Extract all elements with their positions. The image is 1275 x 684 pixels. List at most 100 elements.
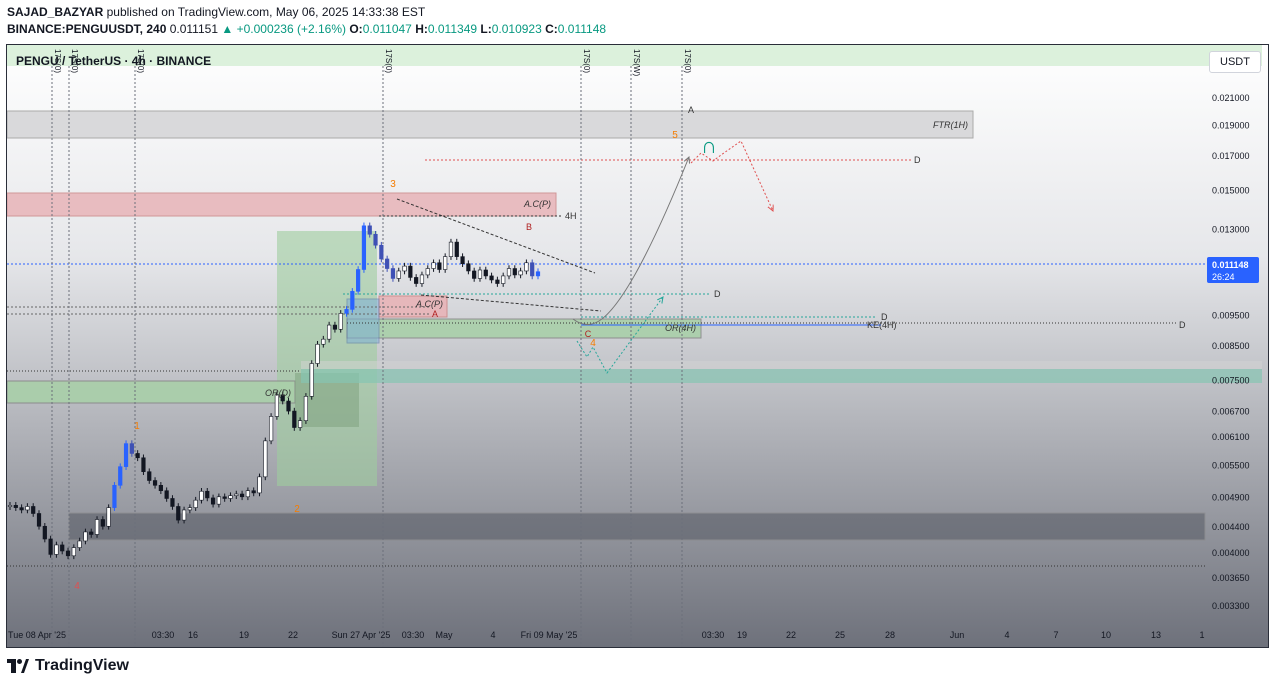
candle-body-38 [228, 495, 233, 499]
candle-body-51 [303, 396, 309, 421]
candle-body-46 [274, 394, 280, 417]
price-tick-4: 0.013000 [1212, 225, 1250, 235]
candle-body-74 [437, 262, 442, 270]
price-tick-3: 0.015000 [1212, 185, 1250, 195]
currency-button[interactable]: USDT [1209, 51, 1261, 73]
price-change: +0.000236 (+2.16%) [236, 22, 346, 36]
candle-body-73 [431, 262, 436, 269]
candle-body-29 [176, 506, 181, 521]
candle-body-16 [100, 519, 105, 527]
time-tick-3: 19 [239, 630, 249, 640]
candle-body-63 [373, 233, 378, 246]
current-price-label: 0.011148 26:24 [1207, 257, 1259, 283]
candle-body-28 [170, 498, 175, 507]
ac-p-upper-zone [7, 192, 557, 217]
close-value: 0.011148 [557, 22, 607, 36]
4h-level-label: 4H [565, 211, 577, 221]
low-value: 0.010923 [491, 22, 542, 36]
candle-body-42 [251, 490, 256, 494]
candle-body-20 [123, 443, 129, 467]
wave-label-4-low: 4 [74, 581, 80, 592]
candle-body-1 [13, 505, 18, 508]
candle-body-68 [402, 265, 407, 272]
price-tick-9: 0.006700 [1212, 406, 1250, 416]
price-tick-1: 0.019000 [1212, 120, 1250, 130]
symbol-name: BINANCE:PENGUUSDT, 240 [7, 22, 167, 36]
wave-label-4: 4 [590, 338, 596, 349]
candle-body-41 [245, 490, 250, 498]
letter-b: B [526, 222, 532, 232]
candle-body-58 [344, 309, 349, 314]
candle-body-8 [54, 544, 59, 555]
time-tick-13: 25 [835, 630, 845, 640]
current-price-countdown: 26:24 [1212, 272, 1235, 282]
candle-body-40 [239, 493, 245, 498]
candle-body-24 [147, 471, 152, 481]
author-name[interactable]: SAJAD_BAZYAR [7, 5, 103, 19]
or-4h-zone [346, 318, 702, 339]
candle-body-77 [454, 241, 459, 257]
tradingview-logo-icon [7, 659, 29, 673]
candle-body-5 [36, 513, 42, 527]
candle-body-85 [501, 275, 506, 284]
price-tick-8: 0.007500 [1212, 376, 1250, 386]
high-value: 0.011349 [427, 22, 478, 36]
price-tick-10: 0.006100 [1212, 432, 1250, 442]
candle-body-33 [199, 490, 204, 501]
dark-gray-zone [68, 512, 1206, 541]
candle-body-37 [222, 496, 227, 499]
candle-body-65 [385, 258, 390, 269]
candle-body-91 [535, 271, 541, 277]
candle-body-25 [152, 480, 158, 486]
candle-body-66 [390, 268, 396, 279]
d-level-label-1: D [914, 155, 921, 165]
vlabel-4: 17S(0) [582, 49, 591, 73]
candle-body-48 [286, 400, 291, 412]
candle-body-45 [268, 416, 274, 442]
candle-body-44 [263, 440, 268, 478]
candle-body-49 [292, 410, 297, 428]
candle-body-10 [65, 550, 71, 557]
candle-body-54 [321, 338, 326, 345]
teal-band [301, 369, 1262, 383]
wave-label-1: 1 [134, 421, 140, 432]
candle-body-83 [489, 275, 494, 281]
candle-body-64 [379, 244, 384, 260]
tradingview-brand[interactable]: TradingView [35, 657, 129, 675]
vlabel-5: 17S(W) [632, 49, 641, 76]
candle-body-84 [495, 279, 500, 284]
candle-body-61 [361, 225, 367, 270]
chart-frame[interactable]: ∩ FTR(1H) A.C(P) A.C(P) OR(4H) OR(D) KE(… [6, 44, 1269, 648]
chart-canvas[interactable]: ∩ FTR(1H) A.C(P) A.C(P) OR(4H) OR(D) KE(… [7, 45, 1268, 647]
candle-body-67 [396, 270, 401, 279]
open-value: 0.011047 [362, 22, 412, 36]
candle-body-72 [425, 268, 430, 276]
candle-body-88 [518, 270, 523, 276]
price-tick-16: 0.003300 [1212, 601, 1250, 611]
candle-body-53 [315, 343, 320, 364]
candle-body-0 [7, 505, 13, 507]
candle-body-4 [31, 506, 36, 514]
candle-body-62 [367, 225, 372, 235]
d-level-label-2: D [714, 289, 721, 299]
or-4h-label: OR(4H) [665, 323, 696, 333]
candle-body-43 [257, 476, 262, 494]
ohlc-line: BINANCE:PENGUUSDT, 240 0.011151 ▲ +0.000… [7, 22, 606, 36]
d-level-label-3: D [881, 312, 888, 322]
candle-body-31 [187, 507, 192, 511]
candle-body-32 [193, 499, 198, 508]
candle-body-59 [350, 291, 355, 310]
candle-body-57 [338, 313, 343, 330]
price-tick-7: 0.008500 [1212, 341, 1250, 351]
candle-body-35 [210, 497, 216, 505]
candle-body-81 [477, 269, 483, 279]
gray-thin-band [301, 361, 1262, 369]
letter-a: A [432, 309, 438, 319]
candle-body-17 [106, 507, 111, 527]
candle-body-7 [48, 538, 53, 555]
time-tick-2: 16 [188, 630, 198, 640]
or-d-zone [7, 380, 296, 404]
candle-body-89 [524, 262, 529, 272]
time-tick-1: 03:30 [152, 630, 175, 640]
low-label: L: [480, 22, 492, 36]
